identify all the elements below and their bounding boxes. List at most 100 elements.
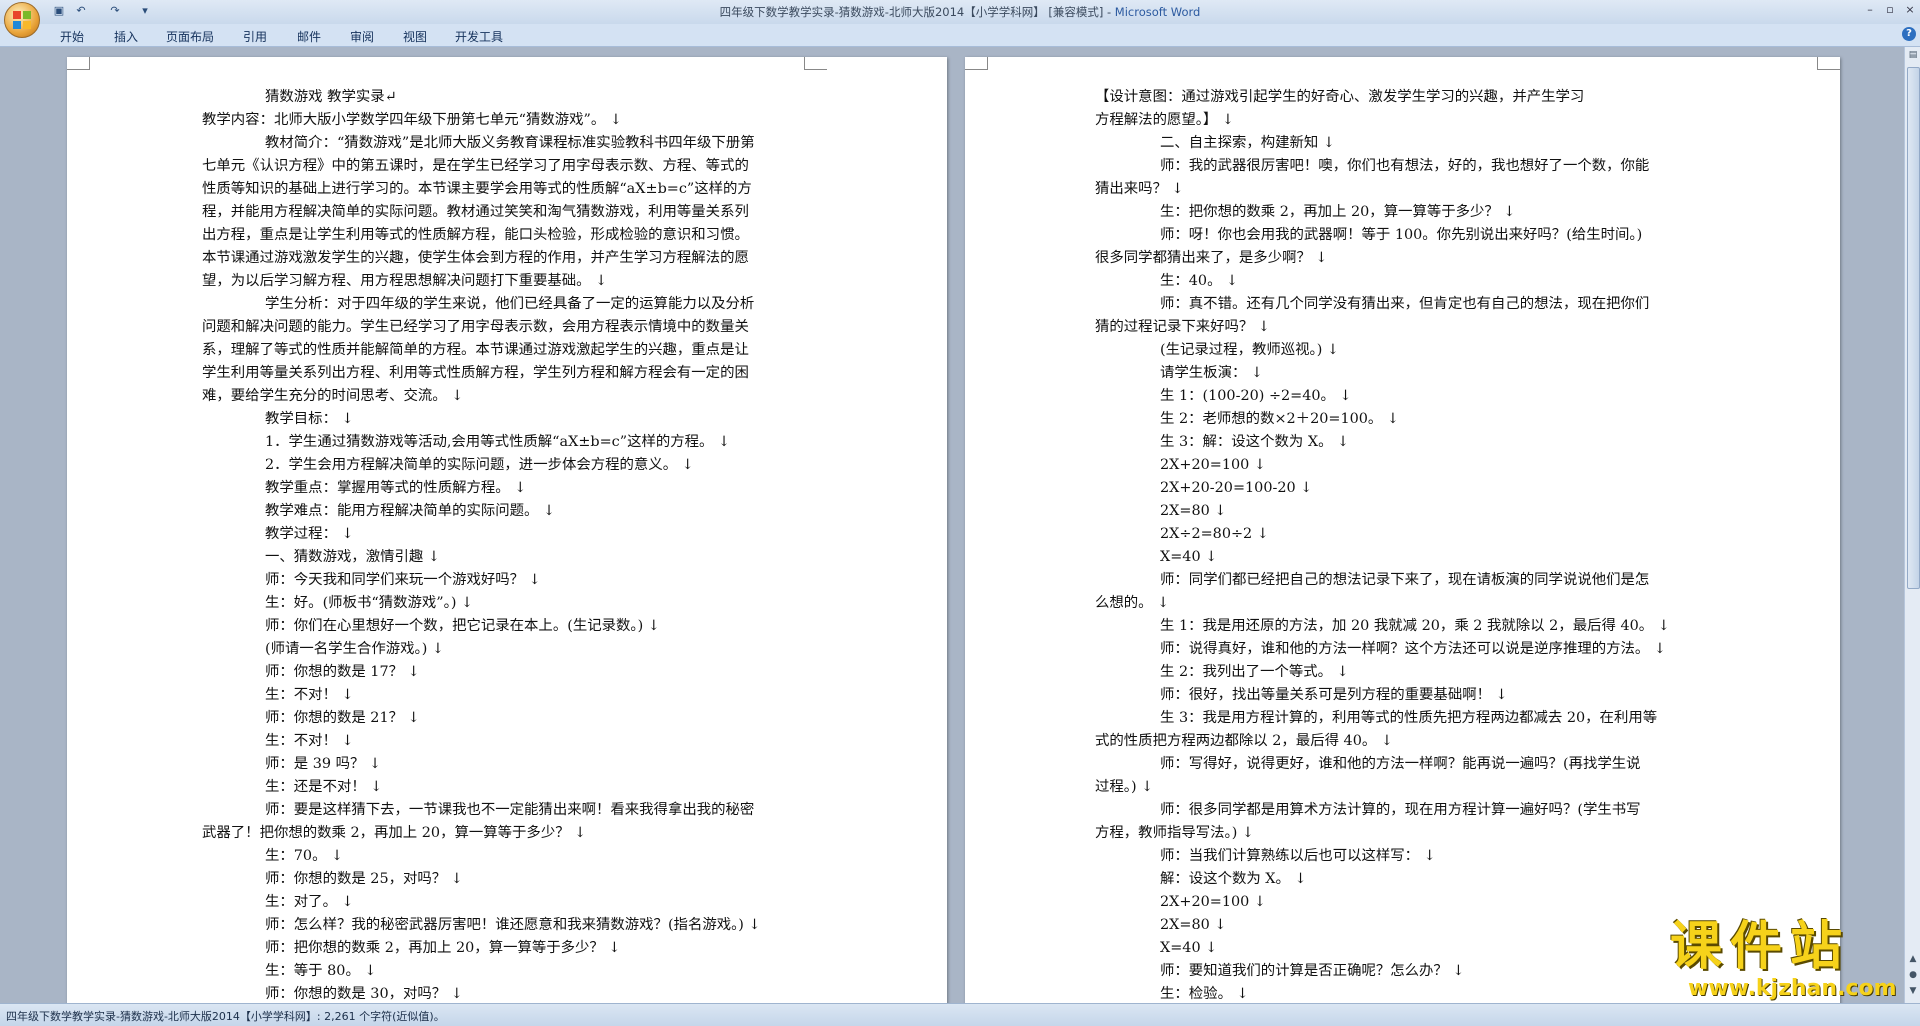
text-line: 2X+20-20=100-20 ↓ — [1160, 480, 1313, 496]
text-line: 生 2：我列出了一个等式。 ↓ — [1160, 664, 1349, 680]
status-bar: 四年级下数学教学实录-猜数游戏-北师大版2014【小学学科网】: 2,261 个… — [0, 1003, 1920, 1026]
text-line: 二、自主探索，构建新知 ↓ — [1160, 135, 1335, 151]
text-line: 生：不对！ ↓ — [265, 687, 354, 703]
text-line: 猜的过程记录下来好吗？ ↓ — [1095, 319, 1270, 335]
text-line: 学生利用等量关系列出方程、利用等式性质解方程，学生列方程和解方程会有一定的困 — [202, 365, 749, 381]
text-line: 师：同学们都已经把自己的想法记录下来了，现在请板演的同学说说他们是怎 — [1160, 572, 1650, 588]
text-line: 生：70。 ↓ — [265, 848, 344, 864]
text-line: 师：是 39 吗？ ↓ — [265, 756, 382, 772]
document-area: 猜数游戏 教学实录↵ 教学内容：北师大版小学数学四年级下册第七单元“猜数游戏”。 … — [0, 47, 1904, 1003]
text-line: 解：设这个数为 X。 ↓ — [1160, 871, 1307, 887]
tab-developer[interactable]: 开发工具 — [455, 28, 503, 45]
text-line: 生：等于 80。 ↓ — [265, 963, 377, 979]
text-line: 教学目标： ↓ — [265, 411, 354, 427]
text-line: 生 3：解：设这个数为 X。 ↓ — [1160, 434, 1350, 450]
office-button[interactable] — [4, 2, 40, 38]
tab-references[interactable]: 引用 — [243, 28, 267, 45]
tab-review[interactable]: 审阅 — [350, 28, 374, 45]
document-page-left[interactable]: 猜数游戏 教学实录↵ 教学内容：北师大版小学数学四年级下册第七单元“猜数游戏”。 … — [67, 57, 947, 1003]
text-line: 七单元《认识方程》中的第五课时，是在学生已经学习了用字母表示数、方程、等式的 — [202, 158, 749, 174]
text-line: 生 2：老师想的数×2＋20=100。 ↓ — [1160, 411, 1399, 427]
text-line: 生：还是不对！ ↓ — [265, 779, 383, 795]
tab-insert[interactable]: 插入 — [114, 28, 138, 45]
text-line: 生 1：(100-20) ÷2=40。 ↓ — [1160, 388, 1352, 404]
text-line: 难，要给学生充分的时间思考、交流。 ↓ — [202, 388, 464, 404]
vertical-scrollbar[interactable]: ▤ ▲ ● ▼ — [1904, 47, 1920, 1003]
text-line: 生：不对！ ↓ — [265, 733, 354, 749]
text-line: 学生分析：对于四年级的学生来说，他们已经具备了一定的运算能力以及分析 — [265, 296, 755, 312]
text-line: (生记录过程，教师巡视。) ↓ — [1160, 342, 1339, 358]
margin-mark — [965, 57, 988, 70]
tab-home[interactable]: 开始 — [60, 28, 84, 45]
text-line: 师：你想的数是 17？ ↓ — [265, 664, 420, 680]
text-line: 猜数游戏 教学实录↵ — [265, 89, 397, 105]
text-line: 2X+20=100 ↓ — [1160, 894, 1266, 910]
text-line: 2X+20=100 ↓ — [1160, 457, 1266, 473]
restore-icon[interactable]: ▫ — [1882, 3, 1898, 17]
text-line: 系，理解了等式的性质并能解简单的方程。本节课通过游戏激起学生的兴趣，重点是让 — [202, 342, 749, 358]
ruler-toggle-icon[interactable]: ▤ — [1907, 49, 1919, 61]
document-page-right[interactable]: 【设计意图：通过游戏引起学生的好奇心、激发学生学习的兴趣，并产生学习 方程解法的愿… — [965, 57, 1840, 1003]
window-title: 四年级下数学教学实录-猜数游戏-北师大版2014【小学学科网】 [兼容模式] -… — [0, 4, 1920, 20]
text-line: 本节课通过游戏激发学生的兴趣，使学生体会到方程的作用，并产生学习方程解法的愿 — [202, 250, 749, 266]
text-line: 师：呀！你也会用我的武器啊！等于 100。你先别说出来好吗？(给生时间。) — [1160, 227, 1643, 243]
text-line: 师：把你想的数乘 2，再加上 20，算一算等于多少？ ↓ — [265, 940, 621, 956]
watermark-title: 课件站 — [1670, 917, 1851, 977]
text-line: 很多同学都猜出来了，是多少啊？ ↓ — [1095, 250, 1328, 266]
text-line: 师：你想的数是 21？ ↓ — [265, 710, 420, 726]
text-line: 请学生板演： ↓ — [1160, 365, 1263, 381]
text-line: 么想的。 ↓ — [1095, 595, 1170, 611]
watermark-url: www.kjzhan.com — [1688, 976, 1897, 1001]
margin-mark — [67, 57, 90, 70]
text-line: 武器了！把你想的数乘 2，再加上 20，算一算等于多少？ ↓ — [202, 825, 587, 841]
tab-mailings[interactable]: 邮件 — [297, 28, 321, 45]
text-line: 师：很好，找出等量关系可是列方程的重要基础啊！ ↓ — [1160, 687, 1508, 703]
text-line: 教材简介：“猜数游戏”是北师大版义务教育课程标准实验教科书四年级下册第 — [265, 135, 755, 151]
tab-view[interactable]: 视图 — [403, 28, 427, 45]
text-line: 2X=80 ↓ — [1160, 503, 1227, 519]
tab-page-layout[interactable]: 页面布局 — [166, 28, 214, 45]
text-line: 师：写得好，说得更好，谁和他的方法一样啊？能再说一遍吗？(再找学生说 — [1160, 756, 1641, 772]
text-line: 师：怎么样？我的秘密武器厉害吧！谁还愿意和我来猜数游戏？(指名游戏。) ↓ — [265, 917, 761, 933]
text-line: 师：很多同学都是用算术方法计算的，现在用方程计算一遍好吗？(学生书写 — [1160, 802, 1641, 818]
text-line: 【设计意图：通过游戏引起学生的好奇心、激发学生学习的兴趣，并产生学习 — [1095, 89, 1585, 105]
minimize-icon[interactable]: – — [1862, 3, 1878, 17]
text-line: X=40 ↓ — [1160, 549, 1218, 565]
text-line: 师：你想的数是 25，对吗？ ↓ — [265, 871, 463, 887]
text-line: 师：真不错。还有几个同学没有猜出来，但肯定也有自己的想法，现在把你们 — [1160, 296, 1650, 312]
watermark-logo: 课件站 www.kjzhan.com — [1670, 918, 1910, 1004]
text-line: 教学内容：北师大版小学数学四年级下册第七单元“猜数游戏”。 ↓ — [202, 112, 622, 128]
text-line: 生：对了。 ↓ — [265, 894, 354, 910]
close-icon[interactable]: × — [1902, 3, 1918, 17]
margin-mark — [1817, 57, 1840, 70]
text-line: 生 3：我是用方程计算的，利用等式的性质先把方程两边都减去 20，在利用等 — [1160, 710, 1658, 726]
text-line: 1．学生通过猜数游戏等活动,会用等式性质解“aX±b=c”这样的方程。 ↓ — [265, 434, 731, 450]
text-line: 教学难点：能用方程解决简单的实际问题。 ↓ — [265, 503, 556, 519]
text-line: 出方程，重点是让学生利用等式的性质解方程，能口头检验，形成检验的意识和习惯。 — [202, 227, 749, 243]
page-text: 猜数游戏 教学实录↵ 教学内容：北师大版小学数学四年级下册第七单元“猜数游戏”。 … — [67, 86, 947, 1003]
text-line: 问题和解决问题的能力。学生已经学习了用字母表示数，会用方程表示情境中的数量关 — [202, 319, 749, 335]
text-line: 程，并能用方程解决简单的实际问题。教材通过笑笑和淘气猜数游戏，利用等量关系列 — [202, 204, 749, 220]
title-bar: ▣ ↶ ↷ ▾ 四年级下数学教学实录-猜数游戏-北师大版2014【小学学科网】 … — [0, 0, 1920, 24]
text-line: 师：我的武器很厉害吧！噢，你们也有想法，好的，我也想好了一个数，你能 — [1160, 158, 1650, 174]
text-line: 生：把你想的数乘 2，再加上 20，算一算等于多少？ ↓ — [1160, 204, 1516, 220]
text-line: 2X÷2=80÷2 ↓ — [1160, 526, 1269, 542]
text-line: (师请一名学生合作游戏。) ↓ — [265, 641, 444, 657]
text-line: 2．学生会用方程解决简单的实际问题，进一步体会方程的意义。 ↓ — [265, 457, 694, 473]
text-line: 师：你们在心里想好一个数，把它记录在本上。(生记录数。) ↓ — [265, 618, 660, 634]
page-text: 【设计意图：通过游戏引起学生的好奇心、激发学生学习的兴趣，并产生学习 方程解法的愿… — [965, 86, 1840, 1003]
text-line: 师：说得真好，谁和他的方法一样啊？这个方法还可以说是逆序推理的方法。 ↓ — [1160, 641, 1666, 657]
scrollbar-thumb[interactable] — [1907, 67, 1920, 589]
text-line: 师：当我们计算熟练以后也可以这样写： ↓ — [1160, 848, 1436, 864]
text-line: 性质等知识的基础上进行学习的。本节课主要学会用等式的性质解“aX±b=c”这样的… — [202, 181, 752, 197]
text-line: 一、猜数游戏，激情引趣 ↓ — [265, 549, 440, 565]
text-line: 望，为以后学习解方程、用方程思想解决问题打下重要基础。 ↓ — [202, 273, 608, 289]
text-line: 猜出来吗？ ↓ — [1095, 181, 1184, 197]
text-line: 教学重点：掌握用等式的性质解方程。 ↓ — [265, 480, 527, 496]
status-text: 四年级下数学教学实录-猜数游戏-北师大版2014【小学学科网】: 2,261 个… — [6, 1010, 445, 1023]
text-line: 方程解法的愿望。】 ↓ — [1095, 112, 1234, 128]
app-name: Microsoft Word — [1114, 5, 1201, 19]
help-icon[interactable]: ? — [1902, 27, 1916, 41]
office-logo-icon — [13, 11, 31, 29]
text-line: 生：好。(师板书“猜数游戏”。) ↓ — [265, 595, 474, 611]
